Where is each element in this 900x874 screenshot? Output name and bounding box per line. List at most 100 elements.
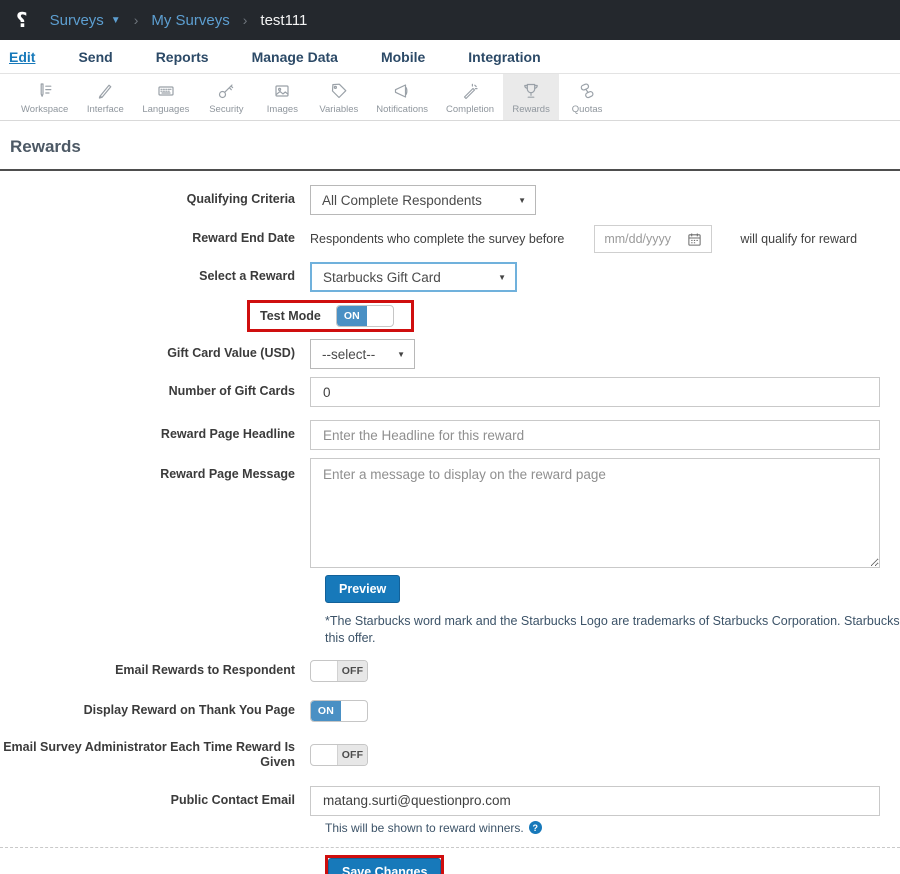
number-of-gift-cards-label: Number of Gift Cards: [168, 384, 295, 399]
reward-page-headline-row: Reward Page Headline: [0, 420, 900, 450]
public-email-help-text: This will be shown to reward winners.: [325, 820, 524, 835]
toolbar-item-completion[interactable]: Completion: [437, 74, 503, 120]
trophy-icon: [524, 83, 538, 98]
toolbar-item-security[interactable]: Security: [198, 74, 254, 120]
reward-end-date-label: Reward End Date: [192, 231, 295, 246]
image-icon: [275, 85, 289, 97]
preview-button[interactable]: Preview: [325, 575, 401, 603]
gift-card-value-label: Gift Card Value (USD): [167, 346, 295, 361]
breadcrumb-separator: ›: [133, 12, 139, 28]
end-date-prefix-text: Respondents who complete the survey befo…: [310, 232, 565, 246]
magic-wand-icon: [463, 83, 478, 100]
tag-icon: [331, 83, 347, 99]
toolbar-item-label: Variables: [319, 104, 359, 115]
toolbar-item-label: Interface: [86, 104, 124, 115]
public-contact-email-input[interactable]: [310, 785, 880, 816]
gift-card-value-value: --select--: [322, 346, 376, 362]
workspace-icon: [40, 83, 52, 97]
email-rewards-row: Email Rewards to Respondent OFF: [0, 659, 900, 682]
email-admin-label: Email Survey Administrator Each Time Rew…: [3, 739, 295, 770]
main-tab-bar: Edit Send Reports Manage Data Mobile Int…: [0, 40, 900, 74]
chevron-down-icon: ▼: [518, 195, 526, 205]
qualifying-criteria-value: All Complete Respondents: [322, 192, 482, 208]
toggle-state-label: OFF: [337, 660, 367, 681]
starbucks-disclaimer-text: *The Starbucks word mark and the Starbuc…: [325, 614, 900, 646]
chevron-down-icon: ▼: [110, 14, 121, 26]
toolbar-item-quotas[interactable]: Quotas: [559, 74, 615, 120]
reward-page-message-row: Reward Page Message: [0, 458, 900, 568]
megaphone-icon: [395, 84, 408, 98]
email-admin-toggle[interactable]: OFF: [310, 744, 368, 767]
public-contact-email-row: Public Contact Email: [0, 785, 900, 816]
chevron-down-icon: ▼: [397, 349, 405, 359]
tab-reports[interactable]: Reports: [156, 49, 209, 65]
help-question-icon[interactable]: ?: [528, 821, 542, 835]
date-placeholder: mm/dd/yyyy: [604, 232, 672, 246]
select-reward-row: Select a Reward Starbucks Gift Card ▼: [0, 262, 900, 292]
number-of-gift-cards-row: Number of Gift Cards: [0, 377, 900, 407]
toolbar-item-images[interactable]: Images: [254, 74, 310, 120]
toolbar-item-rewards[interactable]: Rewards: [503, 74, 560, 120]
toggle-state-label: ON: [336, 306, 367, 326]
toolbar-item-label: Notifications: [376, 104, 429, 115]
preview-row: Preview: [325, 575, 900, 603]
reward-page-headline-label: Reward Page Headline: [160, 427, 295, 442]
toolbar-item-interface[interactable]: Interface: [77, 74, 133, 120]
gift-card-value-row: Gift Card Value (USD) --select-- ▼: [0, 339, 900, 369]
top-navigation-bar: ? Surveys ▼ › My Surveys › test111: [0, 0, 900, 40]
reward-page-headline-input[interactable]: [310, 420, 880, 450]
save-changes-button[interactable]: Save Changes: [328, 857, 442, 874]
qualifying-criteria-row: Qualifying Criteria All Complete Respond…: [0, 185, 900, 215]
public-contact-email-label: Public Contact Email: [170, 792, 295, 807]
select-reward-select[interactable]: Starbucks Gift Card ▼: [310, 262, 517, 292]
display-reward-toggle[interactable]: ON: [310, 699, 368, 722]
display-reward-row: Display Reward on Thank You Page ON: [0, 699, 900, 722]
email-rewards-label: Email Rewards to Respondent: [115, 662, 295, 677]
email-rewards-toggle[interactable]: OFF: [310, 659, 368, 682]
toolbar-item-label: Quotas: [571, 104, 603, 115]
tab-send[interactable]: Send: [78, 49, 112, 65]
questionpro-logo-icon[interactable]: ?: [16, 8, 28, 32]
key-icon: [219, 84, 234, 99]
toolbar-item-label: Languages: [142, 104, 190, 115]
tab-manage-data[interactable]: Manage Data: [252, 49, 338, 65]
surveys-menu[interactable]: Surveys ▼: [50, 12, 121, 29]
breadcrumb-my-surveys[interactable]: My Surveys: [151, 12, 229, 29]
chain-links-icon: [580, 83, 594, 99]
number-of-gift-cards-input[interactable]: [310, 377, 880, 407]
email-admin-row: Email Survey Administrator Each Time Rew…: [0, 740, 900, 771]
dashed-divider: [0, 846, 900, 848]
toolbar-item-label: Images: [266, 104, 298, 115]
public-email-help-line: This will be shown to reward winners. ?: [325, 821, 900, 835]
tab-mobile[interactable]: Mobile: [381, 49, 425, 65]
test-mode-label: Test Mode: [260, 309, 321, 323]
toggle-state-label: ON: [311, 700, 341, 721]
tab-integration[interactable]: Integration: [468, 49, 540, 65]
select-reward-value: Starbucks Gift Card: [323, 269, 441, 285]
toolbar-item-label: Workspace: [21, 104, 69, 115]
surveys-menu-label: Surveys: [49, 11, 104, 29]
qualifying-criteria-select[interactable]: All Complete Respondents ▼: [310, 185, 536, 215]
tab-edit[interactable]: Edit: [9, 49, 35, 65]
toolbar-item-languages[interactable]: Languages: [133, 74, 198, 120]
toggle-state-label: OFF: [337, 745, 367, 766]
end-date-suffix-text: will qualify for reward: [740, 232, 858, 246]
reward-end-date-input[interactable]: mm/dd/yyyy: [594, 225, 713, 253]
reward-end-date-row: Reward End Date Respondents who complete…: [0, 225, 900, 253]
toolbar-item-notifications[interactable]: Notifications: [367, 74, 437, 120]
toolbar-item-variables[interactable]: Variables: [310, 74, 367, 120]
page-title: Rewards: [10, 137, 81, 156]
qualifying-criteria-label: Qualifying Criteria: [186, 192, 295, 207]
select-reward-label: Select a Reward: [199, 269, 295, 284]
test-mode-annotation-box: Test Mode ON: [247, 300, 414, 332]
toolbar-item-workspace[interactable]: Workspace: [12, 74, 77, 120]
test-mode-toggle[interactable]: ON: [335, 305, 394, 327]
gift-card-value-select[interactable]: --select-- ▼: [310, 339, 415, 369]
settings-icon-toolbar: Workspace Interface Languages Security I…: [0, 74, 900, 121]
reward-page-message-label: Reward Page Message: [160, 467, 295, 481]
rewards-form: Qualifying Criteria All Complete Respond…: [0, 171, 900, 874]
keyboard-icon: [158, 86, 174, 96]
reward-page-message-textarea[interactable]: [310, 458, 880, 568]
calendar-icon: [688, 233, 701, 246]
breadcrumb-current-survey: test111: [260, 11, 308, 29]
